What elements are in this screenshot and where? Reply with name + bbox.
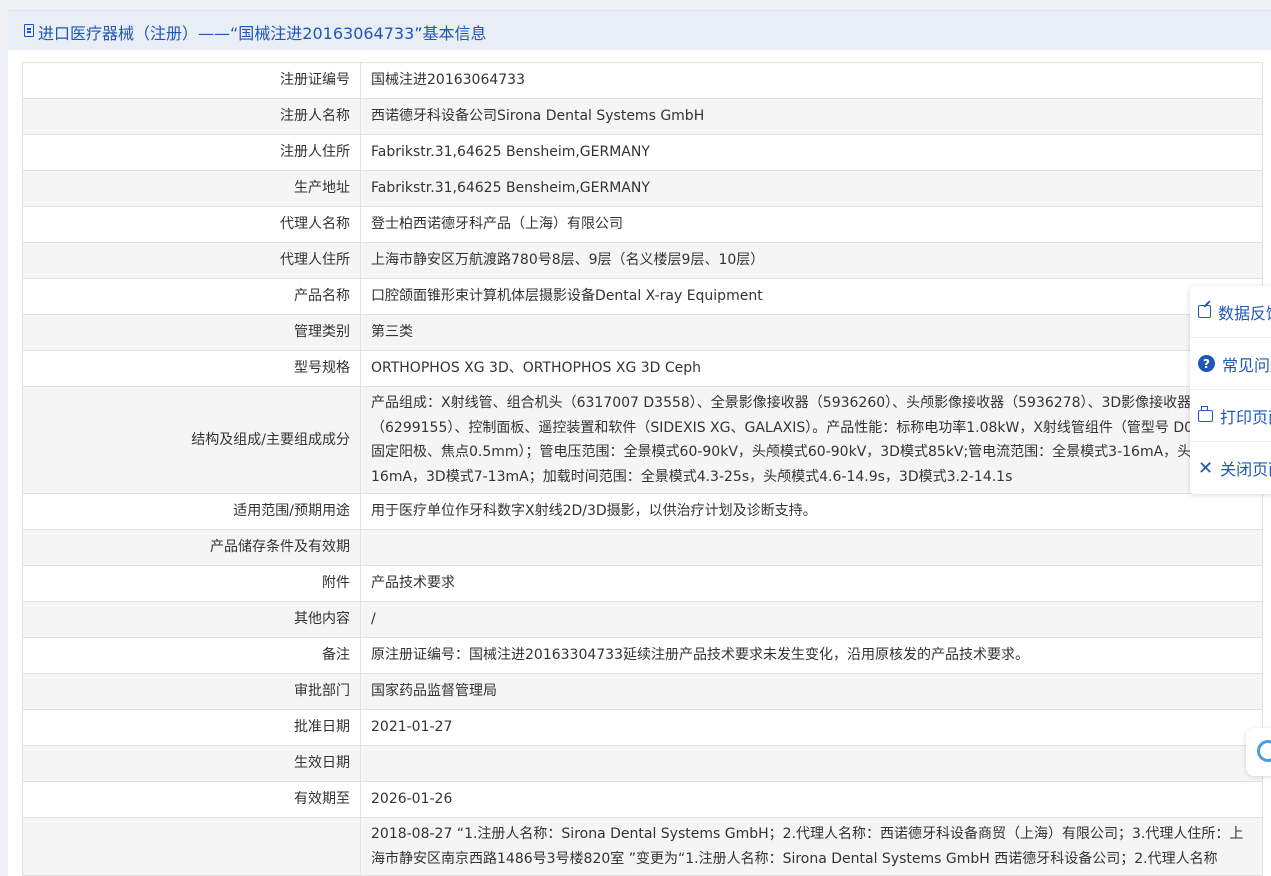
detail-panel: 注册证编号 国械注进20163064733 注册人名称 西诺德牙科设备公司Sirona…	[8, 50, 1271, 876]
table-row: 2018-08-27 “1.注册人名称：Sirona Dental System…	[22, 817, 1263, 876]
faq-button[interactable]: ? 常见问题	[1190, 338, 1271, 390]
field-label: 产品名称	[22, 278, 361, 315]
table-row: 审批部门 国家药品监督管理局	[22, 673, 1263, 710]
faq-label: 常见问题	[1222, 355, 1271, 375]
field-label: 管理类别	[22, 314, 361, 351]
field-label: 备注	[22, 637, 361, 674]
field-value: 用于医疗单位作牙科数字X射线2D/3D摄影，以供治疗计划及诊断支持。	[360, 493, 1263, 530]
print-label: 打印页面	[1220, 407, 1271, 427]
table-row: 结构及组成/主要组成成分 产品组成：X射线管、组合机头（6317007 D3558…	[22, 386, 1263, 494]
table-row: 型号规格 ORTHOPHOS XG 3D、ORTHOPHOS XG 3D Ceph	[22, 350, 1263, 387]
field-value: 国械注进20163064733	[360, 62, 1263, 99]
field-label: 型号规格	[22, 350, 361, 387]
table-row: 备注 原注册证编号：国械注进20163304733延续注册产品技术要求未发生变化，…	[22, 637, 1263, 674]
info-table: 注册证编号 国械注进20163064733 注册人名称 西诺德牙科设备公司Sirona…	[22, 62, 1263, 876]
table-row: 其他内容 /	[22, 601, 1263, 638]
field-label: 代理人住所	[22, 242, 361, 279]
table-row: 代理人名称 登士柏西诺德牙科产品（上海）有限公司	[22, 206, 1263, 243]
field-label	[22, 817, 361, 876]
field-label: 注册人住所	[22, 134, 361, 171]
field-value: 原注册证编号：国械注进20163304733延续注册产品技术要求未发生变化，沿用…	[360, 637, 1263, 674]
field-label: 注册人名称	[22, 98, 361, 135]
field-value: 登士柏西诺德牙科产品（上海）有限公司	[360, 206, 1263, 243]
page-title: 进口医疗器械（注册）——“国械注进20163064733”基本信息	[38, 24, 487, 43]
table-row: 代理人住所 上海市静安区万航渡路780号8层、9层（名义楼层9层、10层）	[22, 242, 1263, 279]
field-label: 结构及组成/主要组成成分	[22, 386, 361, 494]
field-value: 西诺德牙科设备公司Sirona Dental Systems GmbH	[360, 98, 1263, 135]
edit-icon	[1198, 305, 1211, 318]
print-icon	[1198, 405, 1213, 422]
field-label: 生效日期	[22, 745, 361, 782]
page-header: 进口医疗器械（注册）——“国械注进20163064733”基本信息	[8, 10, 1271, 50]
field-value: 产品组成：X射线管、组合机头（6317007 D3558）、全景影像接收器（59…	[360, 386, 1263, 494]
close-label: 关闭页面	[1220, 460, 1271, 479]
document-icon	[24, 24, 34, 37]
table-row: 管理类别 第三类	[22, 314, 1263, 351]
field-value: ORTHOPHOS XG 3D、ORTHOPHOS XG 3D Ceph	[360, 350, 1263, 387]
field-label: 生产地址	[22, 170, 361, 207]
feedback-label: 数据反馈	[1218, 303, 1271, 323]
table-row: 生产地址 Fabrikstr.31,64625 Bensheim,GERMANY	[22, 170, 1263, 207]
field-value: 产品技术要求	[360, 565, 1263, 602]
field-label: 批准日期	[22, 709, 361, 746]
help-icon: ?	[1198, 355, 1215, 372]
field-label: 有效期至	[22, 781, 361, 818]
field-value: 第三类	[360, 314, 1263, 351]
support-icon	[1257, 740, 1271, 762]
table-row: 注册证编号 国械注进20163064733	[22, 62, 1263, 99]
table-row: 适用范围/预期用途 用于医疗单位作牙科数字X射线2D/3D摄影，以供治疗计划及诊断…	[22, 493, 1263, 530]
support-widget-button[interactable]	[1246, 728, 1271, 776]
table-row: 注册人名称 西诺德牙科设备公司Sirona Dental Systems GmbH	[22, 98, 1263, 135]
field-value	[360, 529, 1263, 566]
table-row: 产品名称 口腔颌面锥形束计算机体层摄影设备Dental X-ray Equipme…	[22, 278, 1263, 315]
field-value	[360, 745, 1263, 782]
field-label: 适用范围/预期用途	[22, 493, 361, 530]
field-label: 其他内容	[22, 601, 361, 638]
table-row: 生效日期	[22, 745, 1263, 782]
table-row: 注册人住所 Fabrikstr.31,64625 Bensheim,GERMANY	[22, 134, 1263, 171]
field-value: Fabrikstr.31,64625 Bensheim,GERMANY	[360, 170, 1263, 207]
close-icon: ✕	[1198, 457, 1214, 479]
field-value: 口腔颌面锥形束计算机体层摄影设备Dental X-ray Equipment	[360, 278, 1263, 315]
field-value: /	[360, 601, 1263, 638]
table-row: 批准日期 2021-01-27	[22, 709, 1263, 746]
field-label: 注册证编号	[22, 62, 361, 99]
field-value: 2021-01-27	[360, 709, 1263, 746]
floating-menu: 数据反馈 ? 常见问题 打印页面 ✕ 关闭页面	[1190, 286, 1271, 494]
close-page-button[interactable]: ✕ 关闭页面	[1190, 442, 1271, 494]
field-label: 代理人名称	[22, 206, 361, 243]
field-value: 国家药品监督管理局	[360, 673, 1263, 710]
field-label: 附件	[22, 565, 361, 602]
field-label: 产品储存条件及有效期	[22, 529, 361, 566]
table-row: 有效期至 2026-01-26	[22, 781, 1263, 818]
table-row: 附件 产品技术要求	[22, 565, 1263, 602]
field-value: Fabrikstr.31,64625 Bensheim,GERMANY	[360, 134, 1263, 171]
feedback-button[interactable]: 数据反馈	[1190, 286, 1271, 338]
field-value: 上海市静安区万航渡路780号8层、9层（名义楼层9层、10层）	[360, 242, 1263, 279]
field-value: 2018-08-27 “1.注册人名称：Sirona Dental System…	[360, 817, 1263, 876]
field-label: 审批部门	[22, 673, 361, 710]
print-button[interactable]: 打印页面	[1190, 390, 1271, 442]
field-value: 2026-01-26	[360, 781, 1263, 818]
table-row: 产品储存条件及有效期	[22, 529, 1263, 566]
